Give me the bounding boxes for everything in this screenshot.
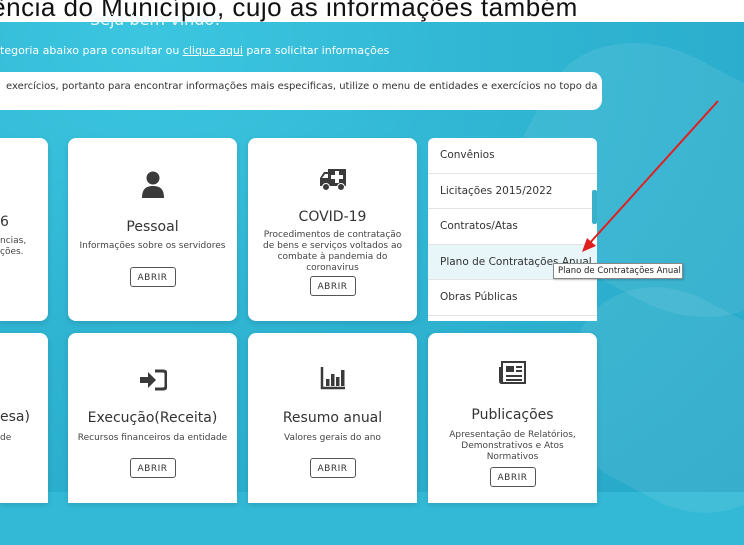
card-partial-row2[interactable]: esa) de	[0, 333, 48, 503]
execucao-open-button[interactable]: ABRIR	[129, 458, 176, 478]
card-covid[interactable]: COVID-19 Procedimentos de contratação de…	[248, 138, 417, 321]
card-covid-title: COVID-19	[298, 209, 367, 225]
card-execucao[interactable]: Execução(Receita) Recursos financeiros d…	[68, 333, 237, 503]
covid-open-button[interactable]: ABRIR	[309, 276, 356, 296]
card-publicacoes-title: Publicações	[471, 407, 554, 423]
submenu-scrollbar[interactable]	[592, 190, 597, 224]
menu-item-contratos[interactable]: Contratos/Atas	[428, 209, 597, 245]
card-pessoal[interactable]: Pessoal Informações sobre os servidores …	[68, 138, 237, 321]
card-resumo-title: Resumo anual	[282, 410, 383, 426]
publicacoes-open-button[interactable]: ABRIR	[489, 467, 536, 487]
info-notice: exercícios, portanto para encontrar info…	[0, 72, 602, 110]
request-info-link[interactable]: clique aqui	[183, 44, 243, 57]
menu-item-convenios[interactable]: Convênios	[428, 138, 597, 174]
menu-item-licitacoes[interactable]: Licitações 2015/2022	[428, 174, 597, 209]
card-partial-desc: de	[0, 433, 12, 443]
card-covid-desc: Procedimentos de contratação de bens e s…	[263, 230, 402, 273]
card-partial-desc-1: ncias,	[0, 236, 27, 246]
menu-item-obras[interactable]: Obras Públicas	[428, 280, 597, 316]
card-partial-title: esa)	[0, 409, 30, 425]
newspaper-icon	[428, 360, 597, 386]
card-publicacoes[interactable]: Publicações Apresentação de Relatórios, …	[428, 333, 597, 503]
submenu-list: Convênios Licitações 2015/2022 Contratos…	[428, 138, 597, 321]
card-pessoal-title: Pessoal	[126, 219, 179, 235]
card-pessoal-desc: Informações sobre os servidores	[79, 241, 226, 251]
pessoal-open-button[interactable]: ABRIR	[129, 267, 176, 287]
sign-in-icon	[68, 369, 237, 391]
card-publicacoes-desc: Apresentação de Relatórios, Demonstrativ…	[449, 430, 576, 462]
card-execucao-title: Execução(Receita)	[87, 410, 218, 426]
bar-chart-icon	[248, 366, 417, 390]
card-partial-row1[interactable]: 6 ncias, ções.	[0, 138, 48, 321]
card-resumo-desc: Valores gerais do ano	[284, 433, 381, 443]
resumo-open-button[interactable]: ABRIR	[309, 458, 356, 478]
card-partial-desc-2: ções.	[0, 247, 24, 257]
ambulance-icon	[248, 166, 417, 192]
menu-tooltip: Plano de Contratações Anual	[553, 263, 683, 279]
card-partial-title: 6	[0, 214, 9, 230]
page-subtitle: tegoria abaixo para consultar ou clique …	[0, 44, 390, 57]
person-icon	[68, 171, 237, 199]
card-execucao-desc: Recursos financeiros da entidade	[77, 433, 228, 443]
card-resumo[interactable]: Resumo anual Valores gerais do ano ABRIR	[248, 333, 417, 503]
welcome-heading: Seja bem-vindo!	[90, 10, 221, 29]
